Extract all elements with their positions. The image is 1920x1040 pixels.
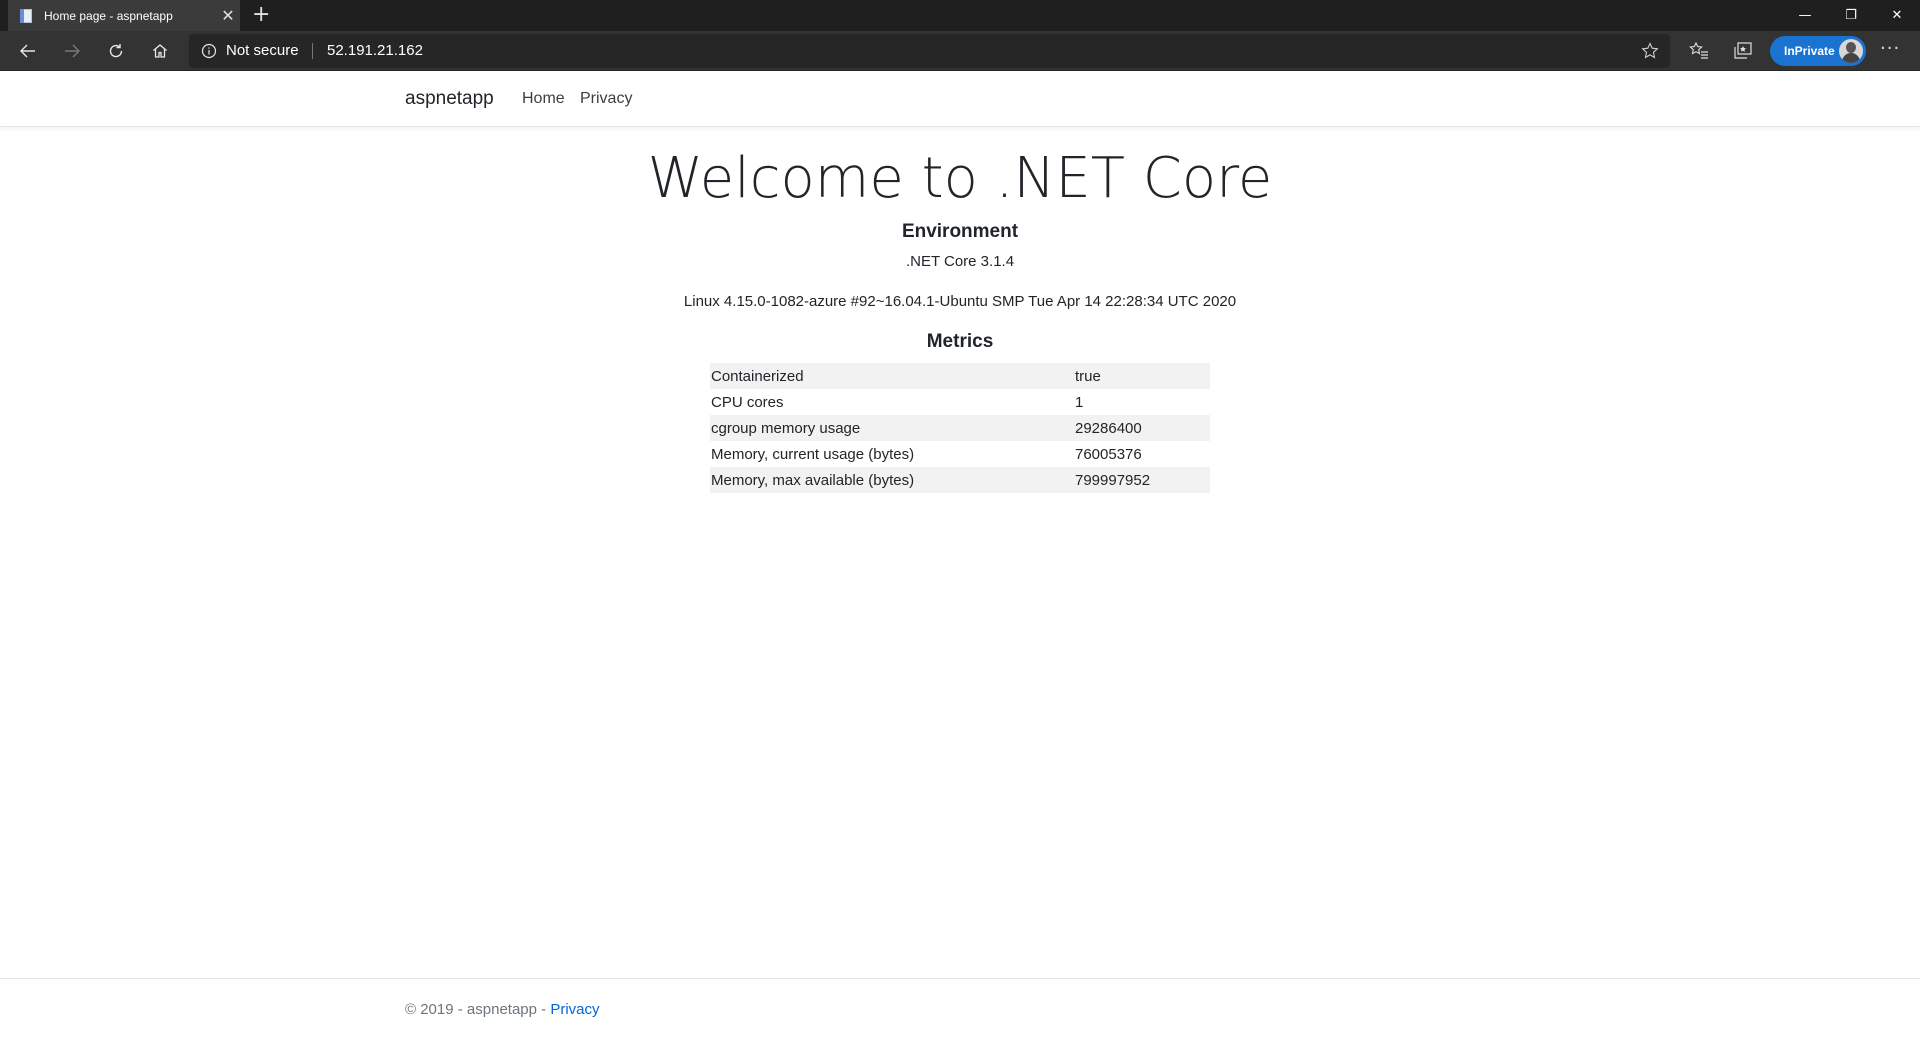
inprivate-label: InPrivate	[1784, 44, 1835, 58]
refresh-button[interactable]	[102, 37, 130, 65]
inprivate-button[interactable]: InPrivate	[1770, 36, 1866, 66]
tab-title: Home page - aspnetapp	[44, 8, 173, 23]
table-row: cgroup memory usage 29286400	[710, 415, 1210, 441]
favorites-icon[interactable]	[1688, 40, 1710, 62]
footer-privacy-link[interactable]: Privacy	[550, 1001, 599, 1018]
runtime-version: .NET Core 3.1.4	[905, 253, 1015, 270]
footer-copyright: © 2019 - aspnetapp -	[405, 1001, 551, 1018]
security-status[interactable]: Not secure	[226, 42, 299, 59]
home-icon	[153, 44, 167, 58]
new-tab-button[interactable]: +	[252, 4, 270, 26]
nav-link-privacy[interactable]: Privacy	[580, 90, 632, 108]
refresh-icon	[109, 44, 123, 58]
back-arrow-icon	[20, 44, 35, 58]
minimize-button[interactable]: —	[1782, 0, 1828, 31]
metrics-heading: Metrics	[926, 331, 994, 352]
site-brand-link[interactable]: aspnetapp	[405, 88, 494, 110]
info-icon[interactable]	[201, 43, 217, 59]
os-description: Linux 4.15.0-1082-azure #92~16.04.1-Ubun…	[683, 293, 1237, 310]
close-window-button[interactable]: ✕	[1874, 0, 1920, 31]
metric-value: 1	[1075, 393, 1084, 411]
collections-icon[interactable]	[1732, 40, 1754, 62]
page-title: Welcome to .NET Core	[647, 146, 1273, 211]
browser-toolbar: Not secure 52.191.21.162 InPrivate ···	[0, 31, 1920, 71]
star-icon[interactable]	[1640, 41, 1660, 61]
url-text[interactable]: 52.191.21.162	[327, 42, 423, 59]
address-divider	[312, 43, 313, 59]
back-button[interactable]	[14, 37, 42, 65]
site-footer: © 2019 - aspnetapp - Privacy	[0, 978, 1920, 1040]
table-row: CPU cores 1	[710, 389, 1210, 415]
profile-avatar	[1839, 39, 1863, 63]
tab-close-button[interactable]: ✕	[216, 7, 240, 24]
metric-value: true	[1075, 363, 1210, 389]
address-bar[interactable]: Not secure 52.191.21.162	[189, 34, 1670, 68]
table-row: Containerized true	[710, 363, 1210, 389]
table-row: Memory, current usage (bytes) 76005376	[710, 441, 1210, 467]
browser-titlebar: Home page - aspnetapp ✕ + — ❐ ✕	[0, 0, 1920, 31]
metrics-table: Containerized true CPU cores 1 cgroup me…	[710, 363, 1210, 493]
metric-key: Memory, max available (bytes)	[710, 467, 1075, 493]
table-row: Memory, max available (bytes) 799997952	[710, 467, 1210, 493]
browser-tab[interactable]: Home page - aspnetapp ✕	[8, 0, 240, 31]
metric-value: 76005376	[1075, 445, 1142, 463]
page-favicon-icon	[18, 8, 34, 24]
metric-key: CPU cores	[711, 393, 784, 411]
footer-text: © 2019 - aspnetapp - Privacy	[405, 1001, 600, 1018]
metric-key: cgroup memory usage	[710, 415, 1075, 441]
window-controls: — ❐ ✕	[1782, 0, 1920, 31]
metric-key: Memory, current usage (bytes)	[711, 445, 915, 463]
metric-value: 799997952	[1075, 467, 1210, 493]
nav-link-home[interactable]: Home	[522, 90, 565, 108]
environment-heading: Environment	[901, 221, 1019, 242]
home-button[interactable]	[146, 37, 174, 65]
web-page: aspnetapp Home Privacy Welcome to .NET C…	[0, 71, 1920, 1040]
forward-button[interactable]	[58, 37, 86, 65]
settings-more-button[interactable]: ···	[1880, 40, 1900, 58]
restore-button[interactable]: ❐	[1828, 0, 1874, 31]
metric-key: Containerized	[710, 363, 1075, 389]
metric-value: 29286400	[1075, 415, 1210, 441]
forward-arrow-icon	[65, 44, 80, 58]
site-navbar: aspnetapp Home Privacy	[0, 71, 1920, 127]
